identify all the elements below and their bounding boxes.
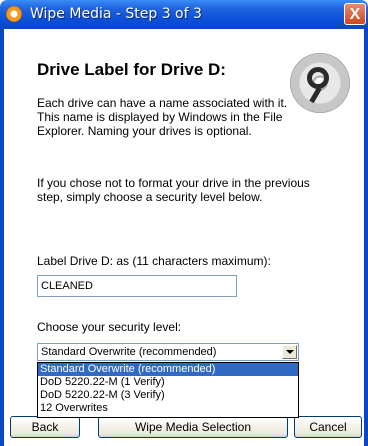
window-frame-right (364, 29, 368, 446)
security-option[interactable]: 12 Overwrites (38, 402, 298, 415)
app-icon (6, 6, 22, 22)
window-frame-left (0, 29, 4, 446)
security-option[interactable]: Standard Overwrite (recommended) (38, 363, 298, 376)
intro-text: Each drive can have a name associated wi… (37, 96, 288, 138)
close-button[interactable]: X (344, 3, 366, 25)
security-option[interactable]: DoD 5220.22-M (3 Verify) (38, 389, 298, 402)
security-level-dropdown: Standard Overwrite (recommended) DoD 522… (37, 362, 299, 418)
page-title: Drive Label for Drive D: (37, 60, 226, 79)
wipe-media-dialog: Wipe Media - Step 3 of 3 X Drive Label f… (0, 0, 368, 446)
back-button[interactable]: Back (10, 416, 80, 438)
security-prompt: Choose your security level: (37, 320, 182, 334)
title-bar[interactable]: Wipe Media - Step 3 of 3 X (0, 0, 368, 29)
drive-label-input[interactable] (37, 275, 237, 297)
security-selected-value: Standard Overwrite (recommended) (41, 346, 217, 358)
wipe-media-selection-button[interactable]: Wipe Media Selection (98, 416, 288, 438)
format-text: If you chose not to format your drive in… (37, 176, 310, 204)
window-title: Wipe Media - Step 3 of 3 (30, 6, 202, 22)
security-level-select[interactable]: Standard Overwrite (recommended) (37, 343, 299, 361)
security-option[interactable]: DoD 5220.22-M (1 Verify) (38, 376, 298, 389)
label-prompt: Label Drive D: as (11 characters maximum… (37, 254, 271, 268)
chevron-down-icon[interactable] (282, 345, 297, 359)
cancel-button[interactable]: Cancel (294, 416, 362, 438)
